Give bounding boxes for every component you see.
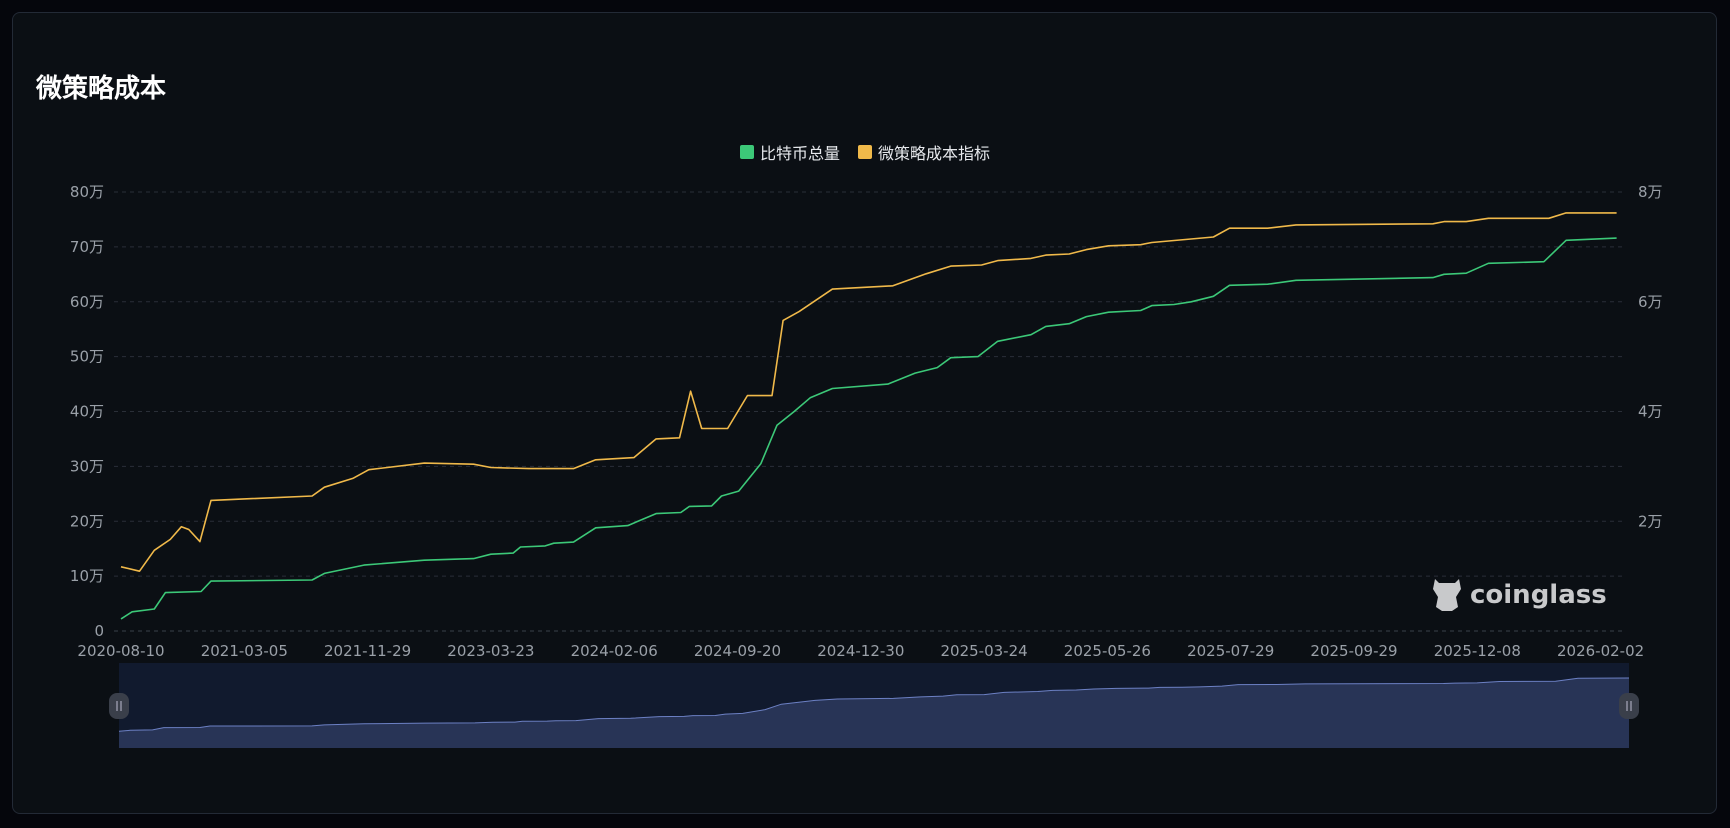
coinglass-mascot-icon bbox=[1433, 579, 1461, 611]
x-axis-tick-label: 2020-08-10 bbox=[77, 642, 164, 660]
x-axis-tick-label: 2025-12-08 bbox=[1434, 642, 1521, 660]
left-axis-tick-label: 20万 bbox=[70, 512, 104, 530]
slider-handle-right[interactable] bbox=[1619, 693, 1639, 719]
x-axis-tick-label: 2024-02-06 bbox=[571, 642, 658, 660]
watermark-text: coinglass bbox=[1470, 580, 1607, 610]
x-axis-tick-label: 2021-11-29 bbox=[324, 642, 411, 660]
x-axis-tick-label: 2024-09-20 bbox=[694, 642, 781, 660]
btc-total-line bbox=[120, 237, 1617, 620]
slider-handle-left[interactable] bbox=[109, 693, 129, 719]
right-axis-tick-label: 2万 bbox=[1638, 512, 1663, 530]
right-axis-tick-label: 8万 bbox=[1638, 183, 1663, 201]
x-axis-tick-label: 2021-03-05 bbox=[201, 642, 288, 660]
left-axis-tick-label: 60万 bbox=[70, 293, 104, 311]
right-axis-tick-label: 6万 bbox=[1638, 293, 1663, 311]
x-axis-tick-label: 2024-12-30 bbox=[817, 642, 904, 660]
right-axis-tick-label: 4万 bbox=[1638, 403, 1663, 421]
x-axis-tick-label: 2025-07-29 bbox=[1187, 642, 1274, 660]
cost-indicator-line bbox=[120, 212, 1617, 572]
left-axis-tick-label: 10万 bbox=[70, 567, 104, 585]
x-axis-tick-label: 2023-03-23 bbox=[447, 642, 534, 660]
left-axis-tick-label: 0 bbox=[94, 622, 104, 640]
left-axis-tick-label: 80万 bbox=[70, 183, 104, 201]
left-axis-tick-label: 40万 bbox=[70, 403, 104, 421]
x-axis-tick-label: 2026-02-02 bbox=[1557, 642, 1644, 660]
x-axis-tick-label: 2025-09-29 bbox=[1310, 642, 1397, 660]
watermark-logo: coinglass bbox=[1430, 575, 1607, 615]
left-axis-tick-label: 70万 bbox=[70, 238, 104, 256]
x-axis-tick-label: 2025-03-24 bbox=[941, 642, 1028, 660]
chart-area: 0 10万 20万 30万 40万 50万 60万 70万 80万 2万 4万 6万 8万 2020-08… bbox=[70, 183, 1663, 748]
left-axis-tick-label: 30万 bbox=[70, 457, 104, 475]
x-axis-tick-label: 2025-05-26 bbox=[1064, 642, 1151, 660]
left-axis-tick-label: 50万 bbox=[70, 348, 104, 366]
